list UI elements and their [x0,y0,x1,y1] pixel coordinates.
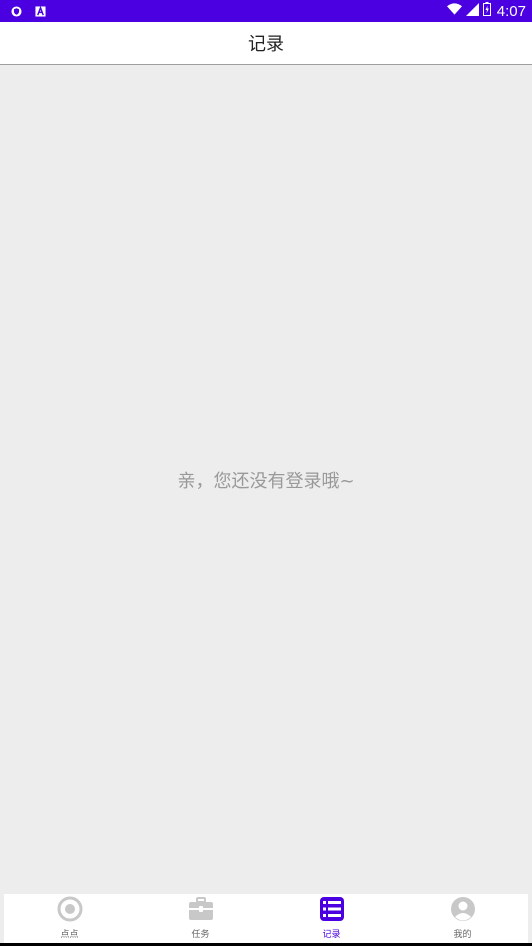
target-icon [57,896,83,922]
tabbar-right-gutter [528,894,532,943]
main-content: 亲，您还没有登录哦~ [0,65,532,894]
login-required-message: 亲，您还没有登录哦~ [177,471,355,492]
status-time: 4:07 [496,2,526,20]
tab-label: 我的 [453,930,472,940]
tab-mine[interactable]: 我的 [397,894,528,943]
briefcase-icon [188,896,214,922]
tab-diandian[interactable]: 点点 [4,894,135,943]
user-icon [450,896,476,922]
status-left [10,5,46,17]
page-title: 记录 [248,34,284,55]
bottom-tab-bar: 点点 任务 记录 我的 [4,894,528,943]
wifi-icon [446,3,462,19]
a-badge-icon [34,5,46,17]
status-bar: 4:07 [0,0,532,22]
battery-icon [482,2,491,20]
status-right: 4:07 [446,2,526,20]
shield-icon [10,5,22,17]
tab-label: 点点 [60,930,79,940]
list-icon [319,896,345,922]
tab-label: 记录 [322,930,341,940]
tab-label: 任务 [191,930,210,940]
tab-records[interactable]: 记录 [266,894,397,943]
app-bar: 记录 [0,22,532,65]
signal-icon [465,2,479,20]
tab-tasks[interactable]: 任务 [135,894,266,943]
